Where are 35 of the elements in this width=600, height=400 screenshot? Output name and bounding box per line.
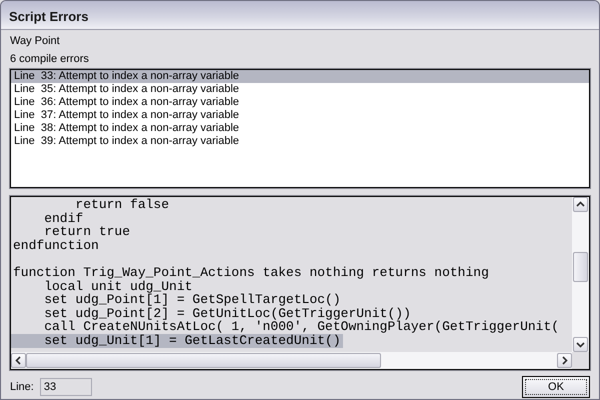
code-line: endfunction — [12, 238, 100, 252]
scroll-down-button[interactable] — [573, 337, 588, 352]
error-list-item[interactable]: Line 36: Attempt to index a non-array variable — [11, 96, 589, 109]
window-title: Script Errors — [1, 1, 599, 30]
line-field[interactable]: 33 — [40, 378, 92, 396]
ok-button[interactable]: OK — [522, 376, 590, 398]
trigger-name: Way Point — [10, 35, 61, 48]
scroll-up-button[interactable] — [573, 197, 588, 212]
error-list-item[interactable]: Line 38: Attempt to index a non-array variable — [11, 122, 589, 135]
code-editor[interactable] — [11, 197, 572, 352]
scrollbar-corner — [572, 352, 589, 369]
error-list-item[interactable]: Line 35: Attempt to index a non-array variable — [11, 83, 589, 96]
error-list-item[interactable]: Line 37: Attempt to index a non-array variable — [11, 109, 589, 122]
code-line: set udg_Point[2] = GetUnitLoc(GetTriggerUnit()) — [43, 306, 411, 320]
code-line: local unit udg_Unit — [43, 280, 192, 294]
error-list-item[interactable]: Line 39: Attempt to index a non-array variable — [11, 135, 589, 148]
scroll-left-button[interactable] — [11, 353, 26, 368]
code-line: function Trig_Way_Point_Actions takes nothing returns nothing — [12, 266, 490, 280]
caret-left-icon — [14, 356, 23, 365]
caret-down-icon — [576, 340, 585, 349]
line-label: Line: — [10, 381, 34, 393]
code-line: call CreateNUnitsAtLoc( 1, 'n000', GetOwningPlayer(GetTriggerUnit( — [43, 320, 560, 334]
code-line: return true — [43, 225, 132, 239]
horizontal-scrollbar[interactable] — [11, 352, 572, 369]
scroll-right-button[interactable] — [557, 353, 572, 368]
scrollbar-thumb[interactable] — [26, 353, 381, 368]
caret-right-icon — [560, 356, 569, 365]
caret-up-icon — [576, 200, 585, 209]
vertical-scrollbar[interactable] — [572, 197, 589, 352]
code-line: endif — [43, 212, 84, 226]
error-count: 6 compile errors — [10, 53, 90, 66]
code-line: set udg_Point[1] = GetSpellTargetLoc() — [43, 293, 342, 307]
error-list-item[interactable]: Line 33: Attempt to index a non-array variable — [11, 70, 589, 83]
scrollbar-thumb[interactable] — [573, 252, 588, 282]
code-line: return false — [74, 198, 170, 212]
